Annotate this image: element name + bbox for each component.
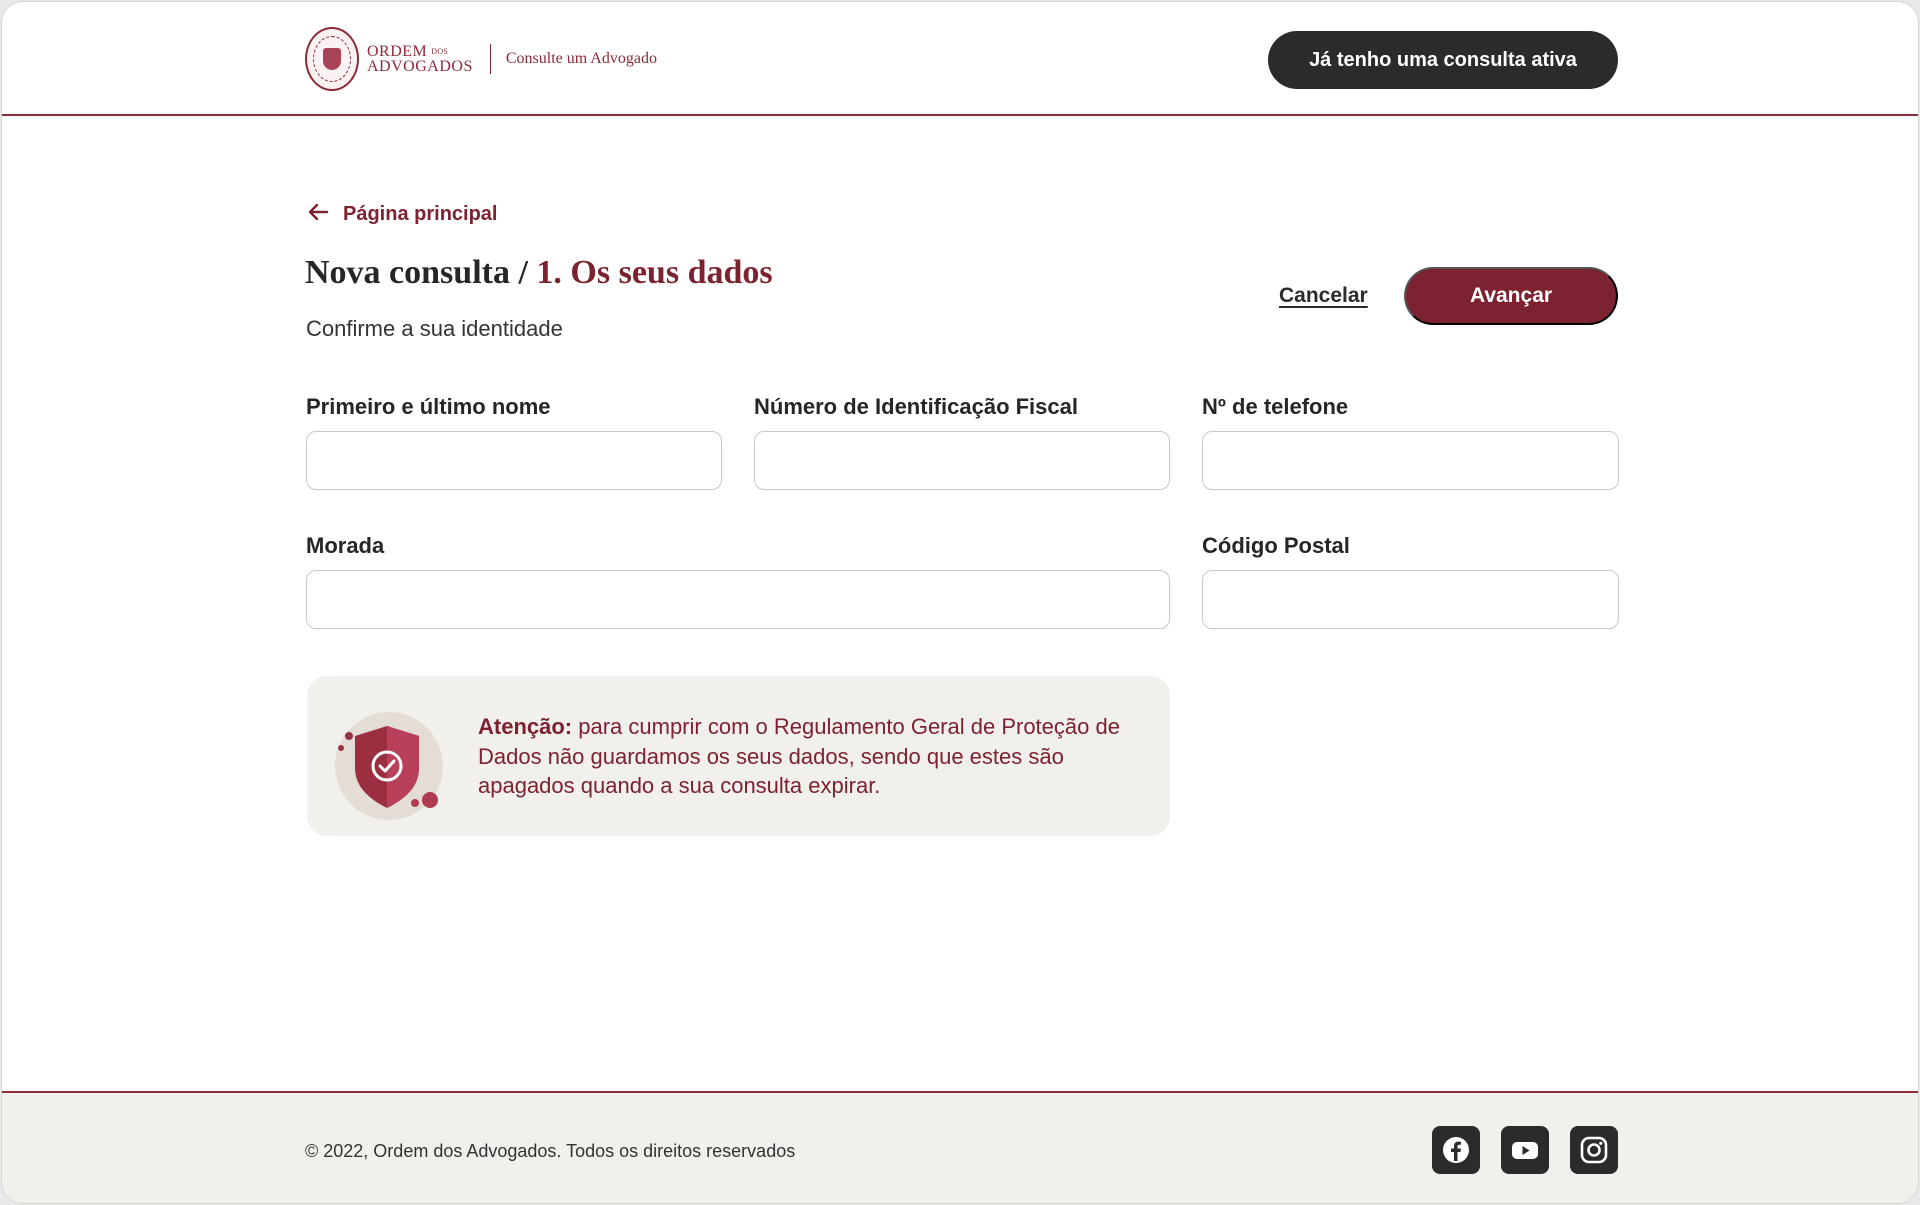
postal-code-label: Código Postal — [1202, 533, 1350, 558]
logo-line1-small: DOS — [431, 47, 449, 57]
page-title-step: 1. Os seus dados — [536, 254, 773, 291]
name-label: Primeiro e último nome — [306, 394, 551, 419]
arrow-left-icon — [307, 202, 329, 226]
nif-label: Número de Identificação Fiscal — [754, 394, 1078, 419]
logo-divider — [489, 44, 491, 74]
address-input[interactable] — [306, 570, 1170, 629]
back-link[interactable]: Página principal — [307, 202, 497, 226]
logo-line2: ADVOGADOS — [367, 58, 473, 76]
logo-wordmark: ORDEM DOS ADVOGADOS — [367, 42, 473, 76]
postal-code-input[interactable] — [1202, 570, 1619, 629]
header: ORDEM DOS ADVOGADOS Consulte um Advogado … — [2, 2, 1918, 116]
copyright-text: © 2022, Ordem dos Advogados. Todos os di… — [305, 1141, 796, 1161]
phone-input[interactable] — [1202, 431, 1619, 490]
phone-label: Nº de telefone — [1202, 394, 1349, 419]
next-button[interactable]: Avançar — [1404, 267, 1618, 325]
logo-subtitle: Consulte um Advogado — [505, 50, 657, 67]
address-label: Morada — [306, 533, 385, 558]
page-subtitle: Confirme a sua identidade — [306, 316, 563, 341]
instagram-icon[interactable] — [1570, 1126, 1618, 1174]
seal-icon — [305, 27, 359, 91]
shield-check-icon — [333, 710, 443, 820]
logo-line1: ORDEM — [367, 42, 428, 60]
youtube-icon[interactable] — [1501, 1126, 1549, 1174]
page-title-prefix: Nova consulta / — [305, 254, 537, 291]
name-input[interactable] — [306, 431, 722, 490]
active-consult-button[interactable]: Já tenho uma consulta ativa — [1268, 31, 1618, 89]
notice-body: para cumprir com o Regulamento Geral de … — [478, 714, 1120, 798]
app-window: ORDEM DOS ADVOGADOS Consulte um Advogado … — [1, 1, 1919, 1204]
notice-text: Atenção: para cumprir com o Regulamento … — [478, 712, 1138, 801]
logo[interactable]: ORDEM DOS ADVOGADOS Consulte um Advogado — [305, 27, 657, 91]
footer: © 2022, Ordem dos Advogados. Todos os di… — [2, 1091, 1918, 1203]
facebook-icon[interactable] — [1432, 1126, 1480, 1174]
cancel-button[interactable]: Cancelar — [1279, 284, 1368, 308]
nif-input[interactable] — [754, 431, 1170, 490]
gdpr-notice: Atenção: para cumprir com o Regulamento … — [307, 676, 1170, 836]
page-title: Nova consulta / 1. Os seus dados — [305, 254, 773, 292]
notice-bold: Atenção: — [478, 714, 573, 739]
back-link-label: Página principal — [343, 202, 498, 225]
